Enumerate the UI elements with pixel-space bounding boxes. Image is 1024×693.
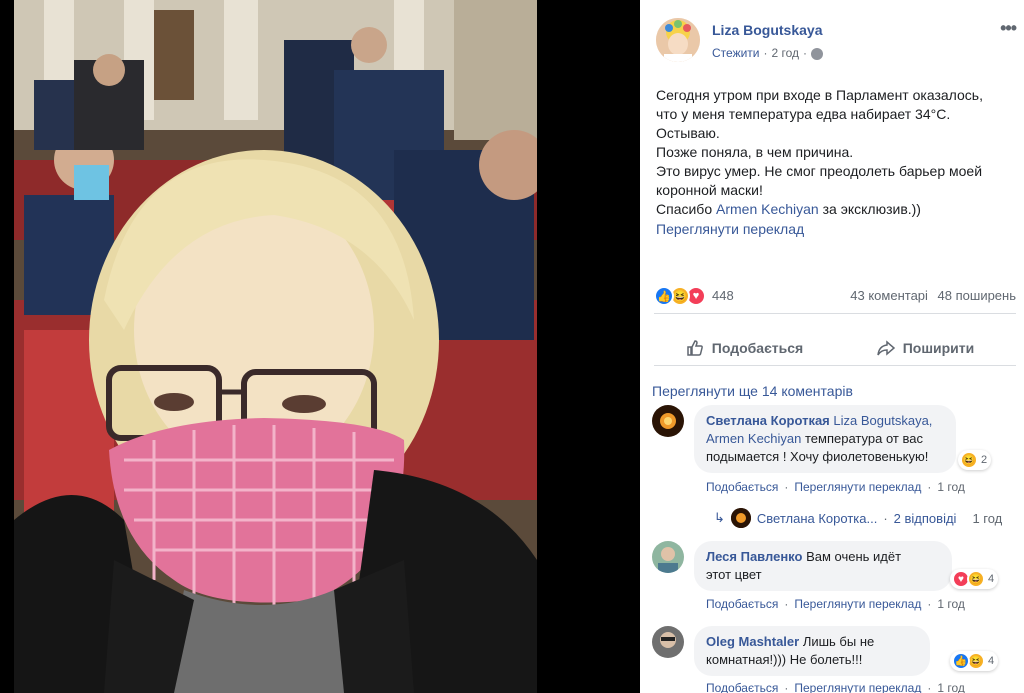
comment-bubble: Леся Павленко Вам очень идёт этот цвет: [694, 541, 952, 591]
view-replies[interactable]: ↳ Светлана Коротка... · 2 відповіді 1 го…: [714, 508, 1002, 528]
post-text-line: что у меня температура едва набирает 34°…: [656, 106, 951, 122]
comment-text: Лишь бы не: [799, 634, 875, 649]
shares-count[interactable]: 48 поширень: [938, 288, 1016, 303]
post-meta: Стежити · 2 год ·: [712, 46, 824, 60]
mention-link[interactable]: Armen Kechiyan: [716, 201, 819, 217]
comment-text: Вам очень идёт: [802, 549, 902, 564]
reply-author: Светлана Коротка...: [756, 510, 878, 526]
comment-time[interactable]: 1 год: [937, 681, 965, 693]
reply-avatar: [730, 508, 751, 528]
author-name[interactable]: Liza Bogutskaya: [712, 22, 822, 38]
thanks-prefix: Спасибо: [656, 201, 716, 217]
like-button[interactable]: Подобається: [654, 330, 835, 365]
separator: ·: [927, 597, 932, 611]
comment-like-link[interactable]: Подобається: [706, 681, 778, 693]
like-reaction-icon[interactable]: 👍: [654, 286, 674, 306]
post-text-line: Остываю.: [656, 125, 720, 141]
action-bar: Подобається Поширити: [654, 330, 1016, 366]
comment-reaction-count: 4: [988, 655, 995, 667]
commenter-avatar[interactable]: [652, 405, 684, 437]
reply-avatar-image: [730, 508, 751, 528]
post-text-line: Это вирус умер. Не смог преодолеть барье…: [656, 163, 983, 179]
comments-count[interactable]: 43 коментарі: [850, 288, 928, 303]
commenter-avatar-image: [652, 541, 684, 573]
share-button-label: Поширити: [902, 339, 975, 356]
comment-actions: Подобається · Переглянути переклад · 1 год: [706, 480, 965, 494]
meta-separator-2: ·: [803, 46, 808, 60]
post-text-line: коронной маски!: [656, 182, 763, 198]
comment-translate-link[interactable]: Переглянути переклад: [794, 480, 921, 494]
comment-time[interactable]: 1 год: [937, 597, 965, 611]
comment-text: комнатная!))) Не болеть!!!: [706, 652, 863, 667]
mention-tag[interactable]: Armen Kechiyan: [706, 431, 801, 446]
separator: ·: [784, 597, 789, 611]
commenter-avatar[interactable]: [652, 626, 684, 658]
comment-reaction-count: 2: [981, 454, 988, 466]
globe-icon: [811, 48, 824, 60]
comment-like-link[interactable]: Подобається: [706, 480, 778, 494]
commenter-name[interactable]: Леся Павленко: [706, 549, 802, 564]
separator: ·: [784, 681, 789, 693]
commenter-avatar-image: [652, 626, 684, 658]
photo-viewer: [0, 0, 640, 693]
post-time[interactable]: 2 год: [772, 46, 800, 60]
photo-image: [14, 0, 537, 693]
comment-translate-link[interactable]: Переглянути переклад: [794, 681, 921, 693]
post-stats: 43 коментарі 48 поширень: [844, 286, 1016, 306]
comment-reaction-count: 4: [988, 573, 995, 585]
separator: ·: [927, 480, 932, 494]
share-button[interactable]: Поширити: [835, 330, 1016, 365]
comment-like-link[interactable]: Подобається: [706, 597, 778, 611]
share-arrow-icon: [876, 339, 895, 356]
post-text-line: Сегодня утром при входе в Парламент оказ…: [656, 87, 983, 103]
post-header: Liza Bogutskaya Стежити · 2 год · •••: [656, 16, 1017, 64]
meta-separator: ·: [763, 46, 768, 60]
mention-tag[interactable]: Liza Bogutskaya,: [833, 413, 932, 428]
follow-link[interactable]: Стежити: [712, 46, 760, 60]
avatar-image: [656, 18, 700, 62]
post-panel: Liza Bogutskaya Стежити · 2 год · ••• Се…: [640, 0, 1024, 693]
commenter-avatar[interactable]: [652, 541, 684, 573]
post-text: Сегодня утром при входе в Парламент оказ…: [656, 86, 1016, 219]
translate-link[interactable]: Переглянути переклад: [656, 221, 804, 237]
separator: ·: [927, 681, 932, 693]
view-more-comments[interactable]: Переглянути ще 14 коментарів: [652, 383, 853, 399]
comment-text: подымается ! Хочу фиолетовенькую!: [706, 449, 929, 464]
thumbs-up-icon: [687, 339, 703, 356]
comment-reactions[interactable]: ♥ 😆 4: [950, 569, 999, 589]
post-text-line: Позже поняла, в чем причина.: [656, 144, 854, 160]
comment-time[interactable]: 1 год: [937, 480, 965, 494]
thanks-suffix: за эксклюзив.)): [818, 201, 921, 217]
more-dots-icon[interactable]: •••: [1000, 18, 1017, 39]
reply-arrow-icon: ↳: [714, 510, 725, 525]
comment-bubble: Светлана Короткая Liza Bogutskaya, Armen…: [694, 405, 956, 473]
haha-reaction-icon: 😆: [960, 451, 978, 469]
post-text-thanks: Спасибо Armen Kechiyan за эксклюзив.)): [656, 200, 1016, 219]
comment-text: этот цвет: [706, 567, 762, 582]
commenter-name[interactable]: Oleg Mashtaler: [706, 634, 799, 649]
post-photo[interactable]: [14, 0, 537, 693]
haha-reaction-icon: 😆: [967, 570, 985, 588]
author-avatar[interactable]: [656, 18, 700, 62]
comment-reactions[interactable]: 😆 2: [958, 450, 992, 470]
commenter-name[interactable]: Светлана Короткая: [706, 413, 830, 428]
reactions-bar: 👍 😆 ♥ 448 43 коментарі 48 поширень: [654, 286, 1016, 314]
reaction-count[interactable]: 448: [712, 286, 734, 306]
replies-time: 1 год: [972, 510, 1003, 526]
separator: ·: [883, 510, 888, 526]
commenter-avatar-image: [652, 405, 684, 437]
comment-bubble: Oleg Mashtaler Лишь бы не комнатная!))) …: [694, 626, 930, 676]
replies-count: 2 відповіді: [893, 510, 957, 526]
comment-reactions[interactable]: 👍 😆 4: [950, 651, 999, 671]
comment-translate-link[interactable]: Переглянути переклад: [794, 597, 921, 611]
like-button-label: Подобається: [711, 339, 804, 356]
comment-actions: Подобається · Переглянути переклад · 1 год: [706, 681, 965, 693]
separator: ·: [784, 480, 789, 494]
like-reaction-icon: 👍: [952, 652, 970, 670]
comment-text: температура от вас: [801, 431, 923, 446]
comment-actions: Подобається · Переглянути переклад · 1 год: [706, 597, 965, 611]
